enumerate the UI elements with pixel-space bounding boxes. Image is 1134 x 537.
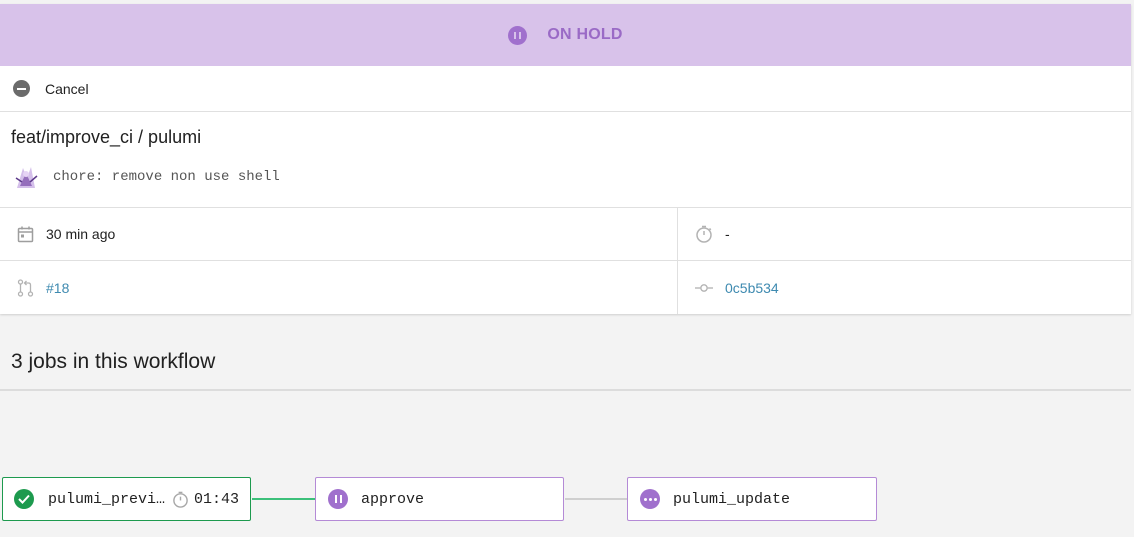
job-pulumi-update[interactable]: pulumi_update xyxy=(627,477,877,521)
job-approve[interactable]: approve xyxy=(315,477,564,521)
check-circle-icon xyxy=(14,489,34,509)
commit-line: chore: remove non use shell xyxy=(11,164,1131,190)
stopwatch-icon xyxy=(695,225,713,243)
calendar-icon xyxy=(16,225,34,243)
cancel-label: Cancel xyxy=(45,80,89,97)
branch-title: feat/improve_ci / pulumi xyxy=(11,127,202,147)
commit-icon xyxy=(695,279,713,297)
status-label: ON HOLD xyxy=(547,26,623,43)
workflow-summary-panel: ON HOLD Cancel feat/improve_ci / pulumi … xyxy=(0,4,1131,314)
meta-row-refs: #18 0c5b534 xyxy=(0,261,1131,314)
commit-cell: 0c5b534 xyxy=(678,261,1131,314)
pause-circle-icon xyxy=(328,489,348,509)
jobs-heading: 3 jobs in this workflow xyxy=(11,350,216,373)
job-connector-success xyxy=(252,498,315,500)
pause-circle-icon xyxy=(508,25,528,45)
workflow-info: feat/improve_ci / pulumi chore: remove n… xyxy=(0,112,1131,208)
commit-message: chore: remove non use shell xyxy=(53,169,280,185)
meta-row-time: 30 min ago - xyxy=(0,208,1131,261)
avatar xyxy=(15,167,38,188)
job-name: pulumi_preview xyxy=(48,490,168,508)
job-name: pulumi_update xyxy=(673,490,791,508)
pr-link[interactable]: #18 xyxy=(46,280,69,296)
started-time: 30 min ago xyxy=(46,226,116,242)
duration-value: - xyxy=(725,226,730,242)
pull-request-icon xyxy=(16,278,34,297)
job-pulumi-preview[interactable]: pulumi_preview 01:43 xyxy=(2,477,251,521)
job-connector-pending xyxy=(565,498,627,500)
minus-circle-icon xyxy=(13,80,30,97)
cancel-button[interactable]: Cancel xyxy=(0,66,1131,112)
commit-sha-link[interactable]: 0c5b534 xyxy=(725,280,779,296)
jobs-divider xyxy=(0,389,1131,391)
job-duration-value: 01:43 xyxy=(194,490,240,508)
status-banner: ON HOLD xyxy=(0,4,1131,66)
started-cell: 30 min ago xyxy=(0,208,678,260)
job-duration: 01:43 xyxy=(172,491,239,508)
pr-cell: #18 xyxy=(0,261,678,314)
job-name: approve xyxy=(361,490,425,508)
duration-cell: - xyxy=(678,208,1131,260)
more-dots-icon xyxy=(640,489,660,509)
stopwatch-icon xyxy=(173,491,188,508)
